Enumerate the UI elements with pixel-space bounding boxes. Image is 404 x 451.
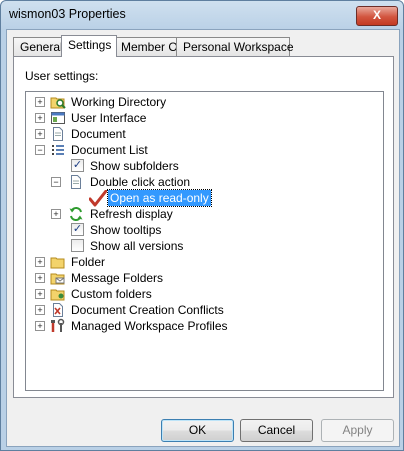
window-icon [51,112,65,124]
tree-item-document[interactable]: + Document [26,126,376,142]
tree-item-label: Show subfolders [90,159,179,173]
folder-search-icon [50,97,66,109]
tree-item-label: Message Folders [71,271,164,285]
expand-icon[interactable]: + [35,113,45,123]
document-icon [71,175,81,189]
custom-folder-icon [50,289,65,301]
expand-icon[interactable]: + [35,305,45,315]
tree-item-show-subfolders[interactable]: ✓ Show subfolders [26,158,376,174]
tree-item-double-click-action[interactable]: − Double click action [26,174,376,190]
conflict-document-icon [53,303,63,317]
tree-item-label: Custom folders [71,287,152,301]
tree-item-document-list[interactable]: − Document List [26,142,376,158]
settings-tab-panel: User settings: + Working Directory + Use… [13,56,394,398]
dialog-client-area: General Settings Member Of Personal Work… [6,29,400,447]
tree-item-working-directory[interactable]: + Working Directory [26,94,376,110]
tree-item-label: Open as read-only [107,189,212,207]
tools-icon [51,318,65,332]
tree-item-label: Show tooltips [90,223,162,237]
settings-tree[interactable]: + Working Directory + User Interface + D… [25,91,384,391]
apply-button[interactable]: Apply [321,419,394,442]
properties-dialog: wismon03 Properties X General Settings M… [0,0,404,451]
document-icon [53,127,63,141]
tab-general[interactable]: General [13,37,67,56]
window-title: wismon03 Properties [9,7,126,21]
user-settings-label: User settings: [25,69,99,83]
tab-general-label: General [20,40,63,54]
tree-item-label: Refresh display [90,207,173,221]
refresh-icon [69,206,83,222]
tree-item-document-creation-conflicts[interactable]: + Document Creation Conflicts [26,302,376,318]
tree-item-label: User Interface [71,111,147,125]
tree-item-label: Folder [71,255,106,269]
collapse-icon[interactable]: − [35,145,45,155]
tree-item-show-tooltips[interactable]: ✓ Show tooltips [26,222,376,238]
expand-icon[interactable]: + [35,321,45,331]
list-icon [52,145,64,155]
tab-personal-workspace[interactable]: Personal Workspace [176,37,294,56]
tree-item-label: Managed Workspace Profiles [71,319,228,333]
tree-item-managed-workspace-profiles[interactable]: + Managed Workspace Profiles [26,318,376,334]
tab-personal-workspace-label: Personal Workspace [183,40,294,54]
expand-icon[interactable]: + [35,257,45,267]
expand-icon[interactable]: + [35,289,45,299]
tree-item-folder[interactable]: + Folder [26,254,376,270]
expand-icon[interactable]: + [35,97,45,107]
show-tooltips-checkbox[interactable]: ✓ [71,223,84,236]
show-all-versions-checkbox[interactable] [71,239,84,252]
close-icon: X [372,8,381,22]
show-subfolders-checkbox[interactable]: ✓ [71,159,84,172]
tree-item-message-folders[interactable]: + Message Folders [26,270,376,286]
tree-item-label: Working Directory [71,95,167,109]
expand-icon[interactable]: + [35,273,45,283]
tab-member-of-label: Member Of [121,40,182,54]
message-folder-icon [50,273,65,285]
expand-icon[interactable]: + [35,129,45,139]
tree-item-label: Double click action [90,175,191,189]
tree-item-refresh-display[interactable]: + Refresh display [26,206,376,222]
tree-item-label: Document [71,127,126,141]
expand-icon[interactable]: + [51,209,61,219]
tree-item-label: Document Creation Conflicts [71,303,224,317]
checkmark-icon [89,190,107,207]
tab-settings-label: Settings [68,38,112,52]
cancel-button[interactable]: Cancel [240,419,313,442]
tab-settings[interactable]: Settings [61,35,117,57]
tree-item-custom-folders[interactable]: + Custom folders [26,286,376,302]
collapse-icon[interactable]: − [51,177,61,187]
close-button[interactable]: X [356,6,398,26]
folder-icon [50,257,65,269]
tree-item-open-as-read-only[interactable]: Open as read-only [26,189,376,207]
tree-item-label: Document List [71,143,148,157]
title-bar[interactable]: wismon03 Properties X [1,1,403,29]
tree-item-show-all-versions[interactable]: Show all versions [26,238,376,254]
tree-item-user-interface[interactable]: + User Interface [26,110,376,126]
tree-item-label: Show all versions [90,239,184,253]
ok-button[interactable]: OK [161,419,234,442]
tab-member-of[interactable]: Member Of [114,37,182,56]
